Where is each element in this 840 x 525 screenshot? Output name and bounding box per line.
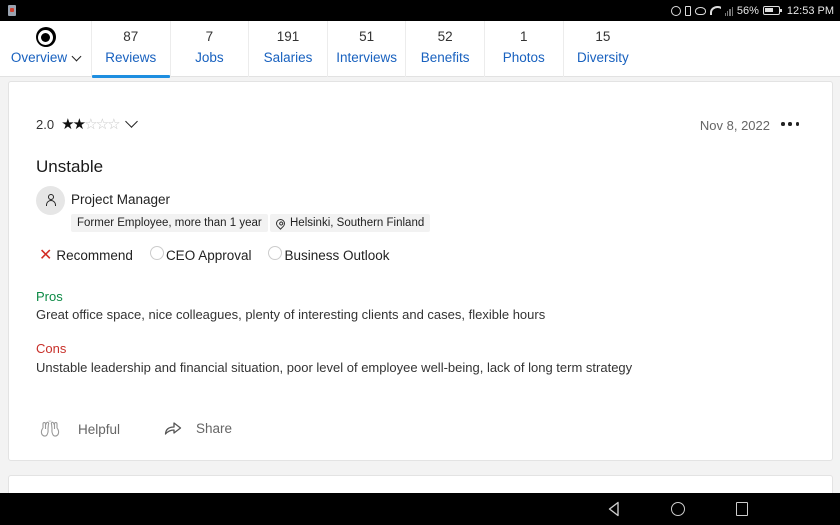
- vibrate-icon: [684, 5, 691, 16]
- ceo-approval-verdict: CEO Approval: [149, 245, 252, 263]
- location: Helsinki, Southern Finland: [290, 217, 425, 229]
- company-logo-icon: [35, 27, 56, 47]
- verdicts-row: ✕ Recommend CEO Approval Business Outloo…: [39, 245, 407, 264]
- rating-value: 2.0: [36, 117, 55, 132]
- company-tab-bar: Overview 87 Reviews 7 Jobs 191 Salaries …: [0, 21, 840, 78]
- notification-app-icon: [8, 5, 16, 16]
- neutral-circle-icon: [268, 245, 283, 260]
- close-x-icon: ✕: [39, 246, 53, 264]
- helpful-button[interactable]: Helpful: [40, 420, 120, 438]
- share-arrow-icon: [164, 422, 182, 435]
- clapping-hands-icon: [40, 420, 60, 437]
- tab-label: Benefits: [420, 50, 470, 65]
- sync-icon: [670, 5, 681, 16]
- tab-label: Salaries: [263, 50, 313, 65]
- back-icon[interactable]: [607, 501, 621, 517]
- business-outlook-label: Business Outlook: [284, 248, 390, 263]
- tab-reviews[interactable]: 87 Reviews: [92, 21, 171, 78]
- tab-benefits[interactable]: 52 Benefits: [406, 21, 485, 77]
- star-empty-icon: ☆: [107, 116, 121, 133]
- star-icon: ★: [72, 116, 87, 133]
- tab-photos[interactable]: 1 Photos: [485, 21, 564, 77]
- tab-label: Overview: [10, 50, 68, 65]
- tab-label: Interviews: [336, 50, 397, 65]
- recent-apps-icon[interactable]: [736, 502, 748, 516]
- tab-count: 1: [520, 29, 528, 44]
- tab-label: Jobs: [195, 50, 224, 65]
- star-empty-icon: ☆: [95, 116, 110, 133]
- pros-text: Great office space, nice colleagues, ple…: [36, 307, 546, 322]
- employment-status: Former Employee, more than 1 year: [77, 217, 262, 229]
- cons-heading: Cons: [36, 341, 67, 356]
- recommend-verdict: ✕ Recommend: [39, 246, 133, 264]
- screen: 56% 12:53 PM Overview 87 Reviews 7 Jobs …: [0, 0, 840, 525]
- tab-count: 15: [595, 29, 611, 44]
- review-title: Unstable: [36, 157, 104, 176]
- tab-interviews[interactable]: 51 Interviews: [328, 21, 407, 77]
- tab-overview[interactable]: Overview: [0, 21, 92, 77]
- status-icons: 56% 12:53 PM: [670, 0, 834, 21]
- tab-label: Diversity: [576, 50, 629, 65]
- tab-label: Photos: [502, 50, 545, 65]
- avatar: [36, 186, 65, 215]
- star-empty-icon: ☆: [84, 116, 98, 133]
- tab-diversity[interactable]: 15 Diversity: [564, 21, 643, 77]
- share-label: Share: [196, 420, 233, 436]
- rating-row[interactable]: 2.0 ★ ★ ☆ ☆ ☆: [36, 115, 138, 133]
- tab-label: Reviews: [105, 50, 157, 65]
- star-rating: ★ ★ ☆ ☆ ☆: [61, 116, 121, 133]
- battery-icon: [762, 6, 782, 15]
- home-icon[interactable]: [671, 502, 685, 516]
- ceo-approval-label: CEO Approval: [165, 248, 252, 263]
- system-navigation-bar: [0, 493, 840, 525]
- battery-percent: 56%: [736, 4, 759, 17]
- neutral-circle-icon: [149, 245, 164, 260]
- pros-heading: Pros: [36, 289, 63, 304]
- cons-text: Unstable leadership and financial situat…: [36, 360, 633, 375]
- reviewer-job-title: Project Manager: [71, 192, 171, 207]
- eye-comfort-icon: [694, 6, 706, 15]
- location-chip: Helsinki, Southern Finland: [270, 214, 431, 232]
- chevron-down-icon: [71, 51, 82, 61]
- location-pin-icon: [274, 216, 287, 230]
- tab-salaries[interactable]: 191 Salaries: [249, 21, 328, 77]
- business-outlook-verdict: Business Outlook: [268, 245, 390, 263]
- tab-count: 52: [437, 29, 453, 44]
- status-bar: 56% 12:53 PM: [0, 0, 840, 21]
- chevron-down-icon[interactable]: [124, 115, 138, 128]
- tab-count: 191: [276, 29, 300, 44]
- helpful-label: Helpful: [78, 421, 121, 437]
- star-icon: ★: [61, 116, 75, 133]
- tab-jobs[interactable]: 7 Jobs: [171, 21, 250, 77]
- tab-count: 51: [359, 29, 375, 44]
- tab-count: 87: [123, 29, 139, 44]
- signal-icon: [724, 6, 733, 16]
- employment-status-chip: Former Employee, more than 1 year: [71, 214, 268, 232]
- share-button[interactable]: Share: [164, 420, 232, 436]
- tab-count: 7: [205, 29, 214, 44]
- review-card: 2.0 ★ ★ ☆ ☆ ☆ Nov 8, 2022 Unstable Proje…: [8, 81, 833, 461]
- more-options-icon[interactable]: [779, 115, 801, 133]
- clock: 12:53 PM: [786, 4, 834, 17]
- wifi-icon: [709, 6, 721, 15]
- review-date: Nov 8, 2022: [699, 118, 770, 133]
- recommend-label: Recommend: [56, 248, 133, 263]
